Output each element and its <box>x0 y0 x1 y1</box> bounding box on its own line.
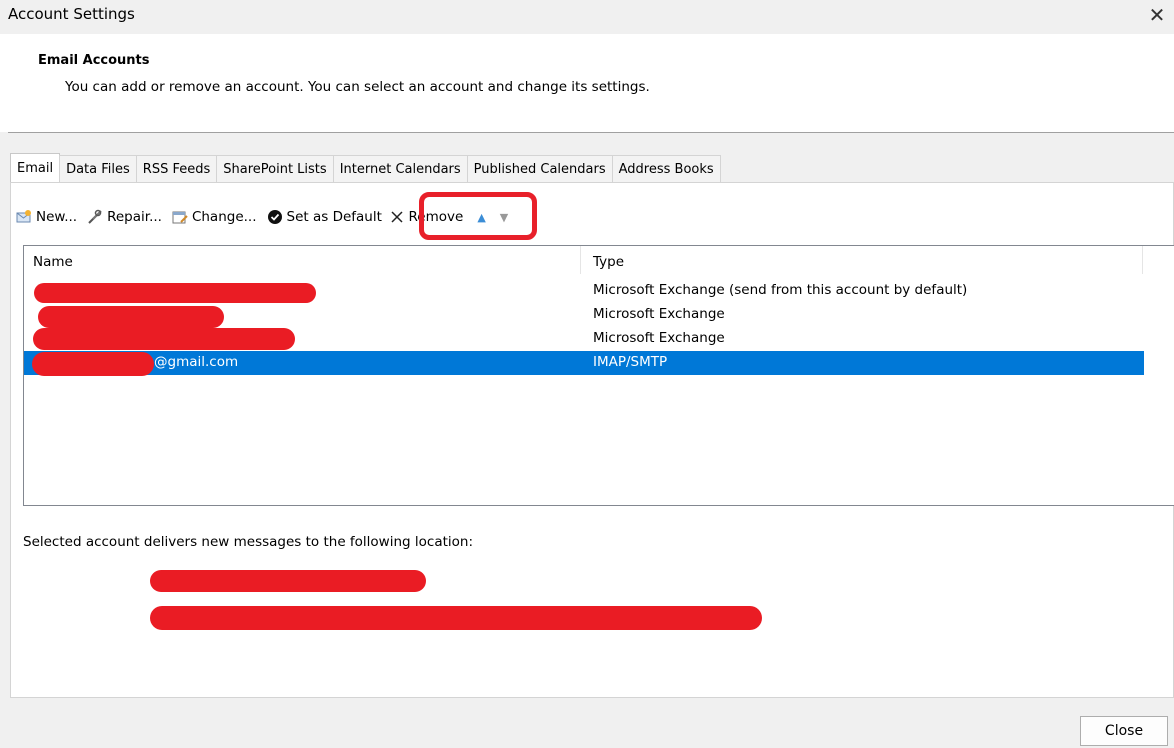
redaction-mark <box>38 306 224 328</box>
account-type: IMAP/SMTP <box>593 354 668 370</box>
tab-data-files[interactable]: Data Files <box>59 155 137 182</box>
list-header: Name Type <box>24 246 1174 276</box>
redaction-mark <box>32 352 154 376</box>
tab-internet-calendars[interactable]: Internet Calendars <box>332 155 468 182</box>
new-account-icon <box>16 209 32 225</box>
repair-label: Repair... <box>107 209 162 225</box>
redaction-mark <box>150 606 762 630</box>
close-button[interactable]: Close <box>1080 716 1168 746</box>
tab-published-calendars[interactable]: Published Calendars <box>466 155 613 182</box>
column-divider <box>580 246 581 274</box>
change-button[interactable]: Change... <box>172 209 257 225</box>
remove-icon <box>389 209 405 225</box>
change-icon <box>172 209 188 225</box>
redaction-mark <box>34 283 316 303</box>
new-label: New... <box>36 209 78 225</box>
redaction-mark <box>150 570 426 592</box>
tab-email[interactable]: Email <box>10 153 61 182</box>
close-icon[interactable]: ✕ <box>1140 0 1174 30</box>
tab-address-books[interactable]: Address Books <box>611 155 721 182</box>
title-bar: Account Settings ✕ <box>0 0 1174 34</box>
change-label: Change... <box>191 209 257 225</box>
account-row-selected[interactable]: @gmail.com IMAP/SMTP <box>24 351 1144 375</box>
header-description: You can add or remove an account. You ca… <box>65 79 650 95</box>
column-divider <box>1142 246 1143 274</box>
checkmark-icon <box>267 209 283 225</box>
window-title: Account Settings <box>8 5 135 23</box>
account-name: @gmail.com <box>154 354 239 370</box>
repair-button[interactable]: Repair... <box>87 209 162 225</box>
divider <box>8 132 1174 133</box>
column-name[interactable]: Name <box>33 254 73 270</box>
annotation-highlight <box>419 192 537 240</box>
account-type: Microsoft Exchange (send from this accou… <box>593 282 968 298</box>
account-type: Microsoft Exchange <box>593 306 725 322</box>
column-type[interactable]: Type <box>593 254 624 270</box>
header: Email Accounts You can add or remove an … <box>0 34 1174 132</box>
tab-sharepoint-lists[interactable]: SharePoint Lists <box>216 155 334 182</box>
set-as-default-label: Set as Default <box>286 209 382 225</box>
repair-icon <box>87 209 103 225</box>
redaction-mark <box>33 328 295 350</box>
account-type: Microsoft Exchange <box>593 330 725 346</box>
tab-rss-feeds[interactable]: RSS Feeds <box>135 155 218 182</box>
set-as-default-button[interactable]: Set as Default <box>267 209 385 225</box>
new-button[interactable]: New... <box>16 209 77 225</box>
location-label: Selected account delivers new messages t… <box>23 534 474 550</box>
header-title: Email Accounts <box>38 53 150 68</box>
tab-bar: Email Data Files RSS Feeds SharePoint Li… <box>10 153 721 182</box>
